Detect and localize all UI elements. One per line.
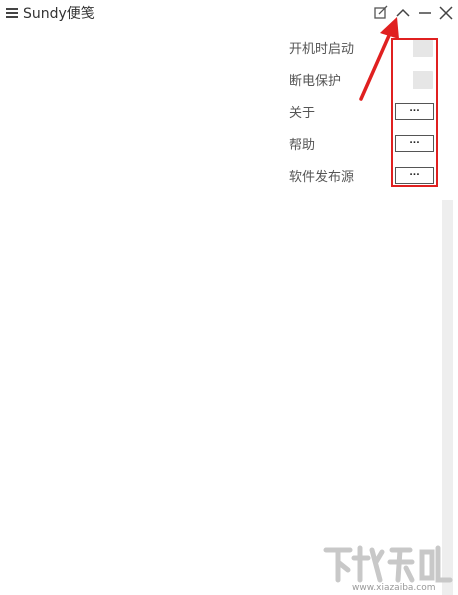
watermark-text: www.xiazaiba.com [352, 583, 436, 593]
about-button[interactable]: ... [395, 103, 434, 120]
setting-label: 软件发布源 [289, 170, 355, 185]
chevron-up-icon[interactable] [394, 4, 412, 22]
setting-row-startup: 开机时启动 [0, 34, 458, 62]
setting-row-power-protection: 断电保护 [0, 66, 458, 94]
release-source-button[interactable]: ... [395, 167, 434, 184]
setting-label: 断电保护 [289, 74, 342, 89]
power-protection-toggle[interactable] [395, 71, 433, 89]
toggle-knob [395, 39, 413, 57]
setting-row-release-source: 软件发布源 ... [0, 162, 458, 190]
minimize-icon[interactable] [416, 4, 434, 22]
app-title: Sundy便笺 [23, 6, 95, 22]
setting-label: 关于 [289, 106, 316, 121]
close-icon[interactable] [437, 4, 455, 22]
setting-row-about: 关于 ... [0, 98, 458, 126]
menu-icon[interactable] [6, 6, 20, 20]
startup-toggle[interactable] [395, 39, 433, 57]
setting-row-help: 帮助 ... [0, 130, 458, 158]
edit-icon[interactable] [372, 4, 390, 22]
setting-label: 开机时启动 [289, 42, 355, 57]
title-bar: Sundy便笺 [0, 0, 458, 28]
help-button[interactable]: ... [395, 135, 434, 152]
setting-label: 帮助 [289, 138, 316, 153]
toggle-knob [395, 71, 413, 89]
scrollbar[interactable] [442, 200, 453, 595]
